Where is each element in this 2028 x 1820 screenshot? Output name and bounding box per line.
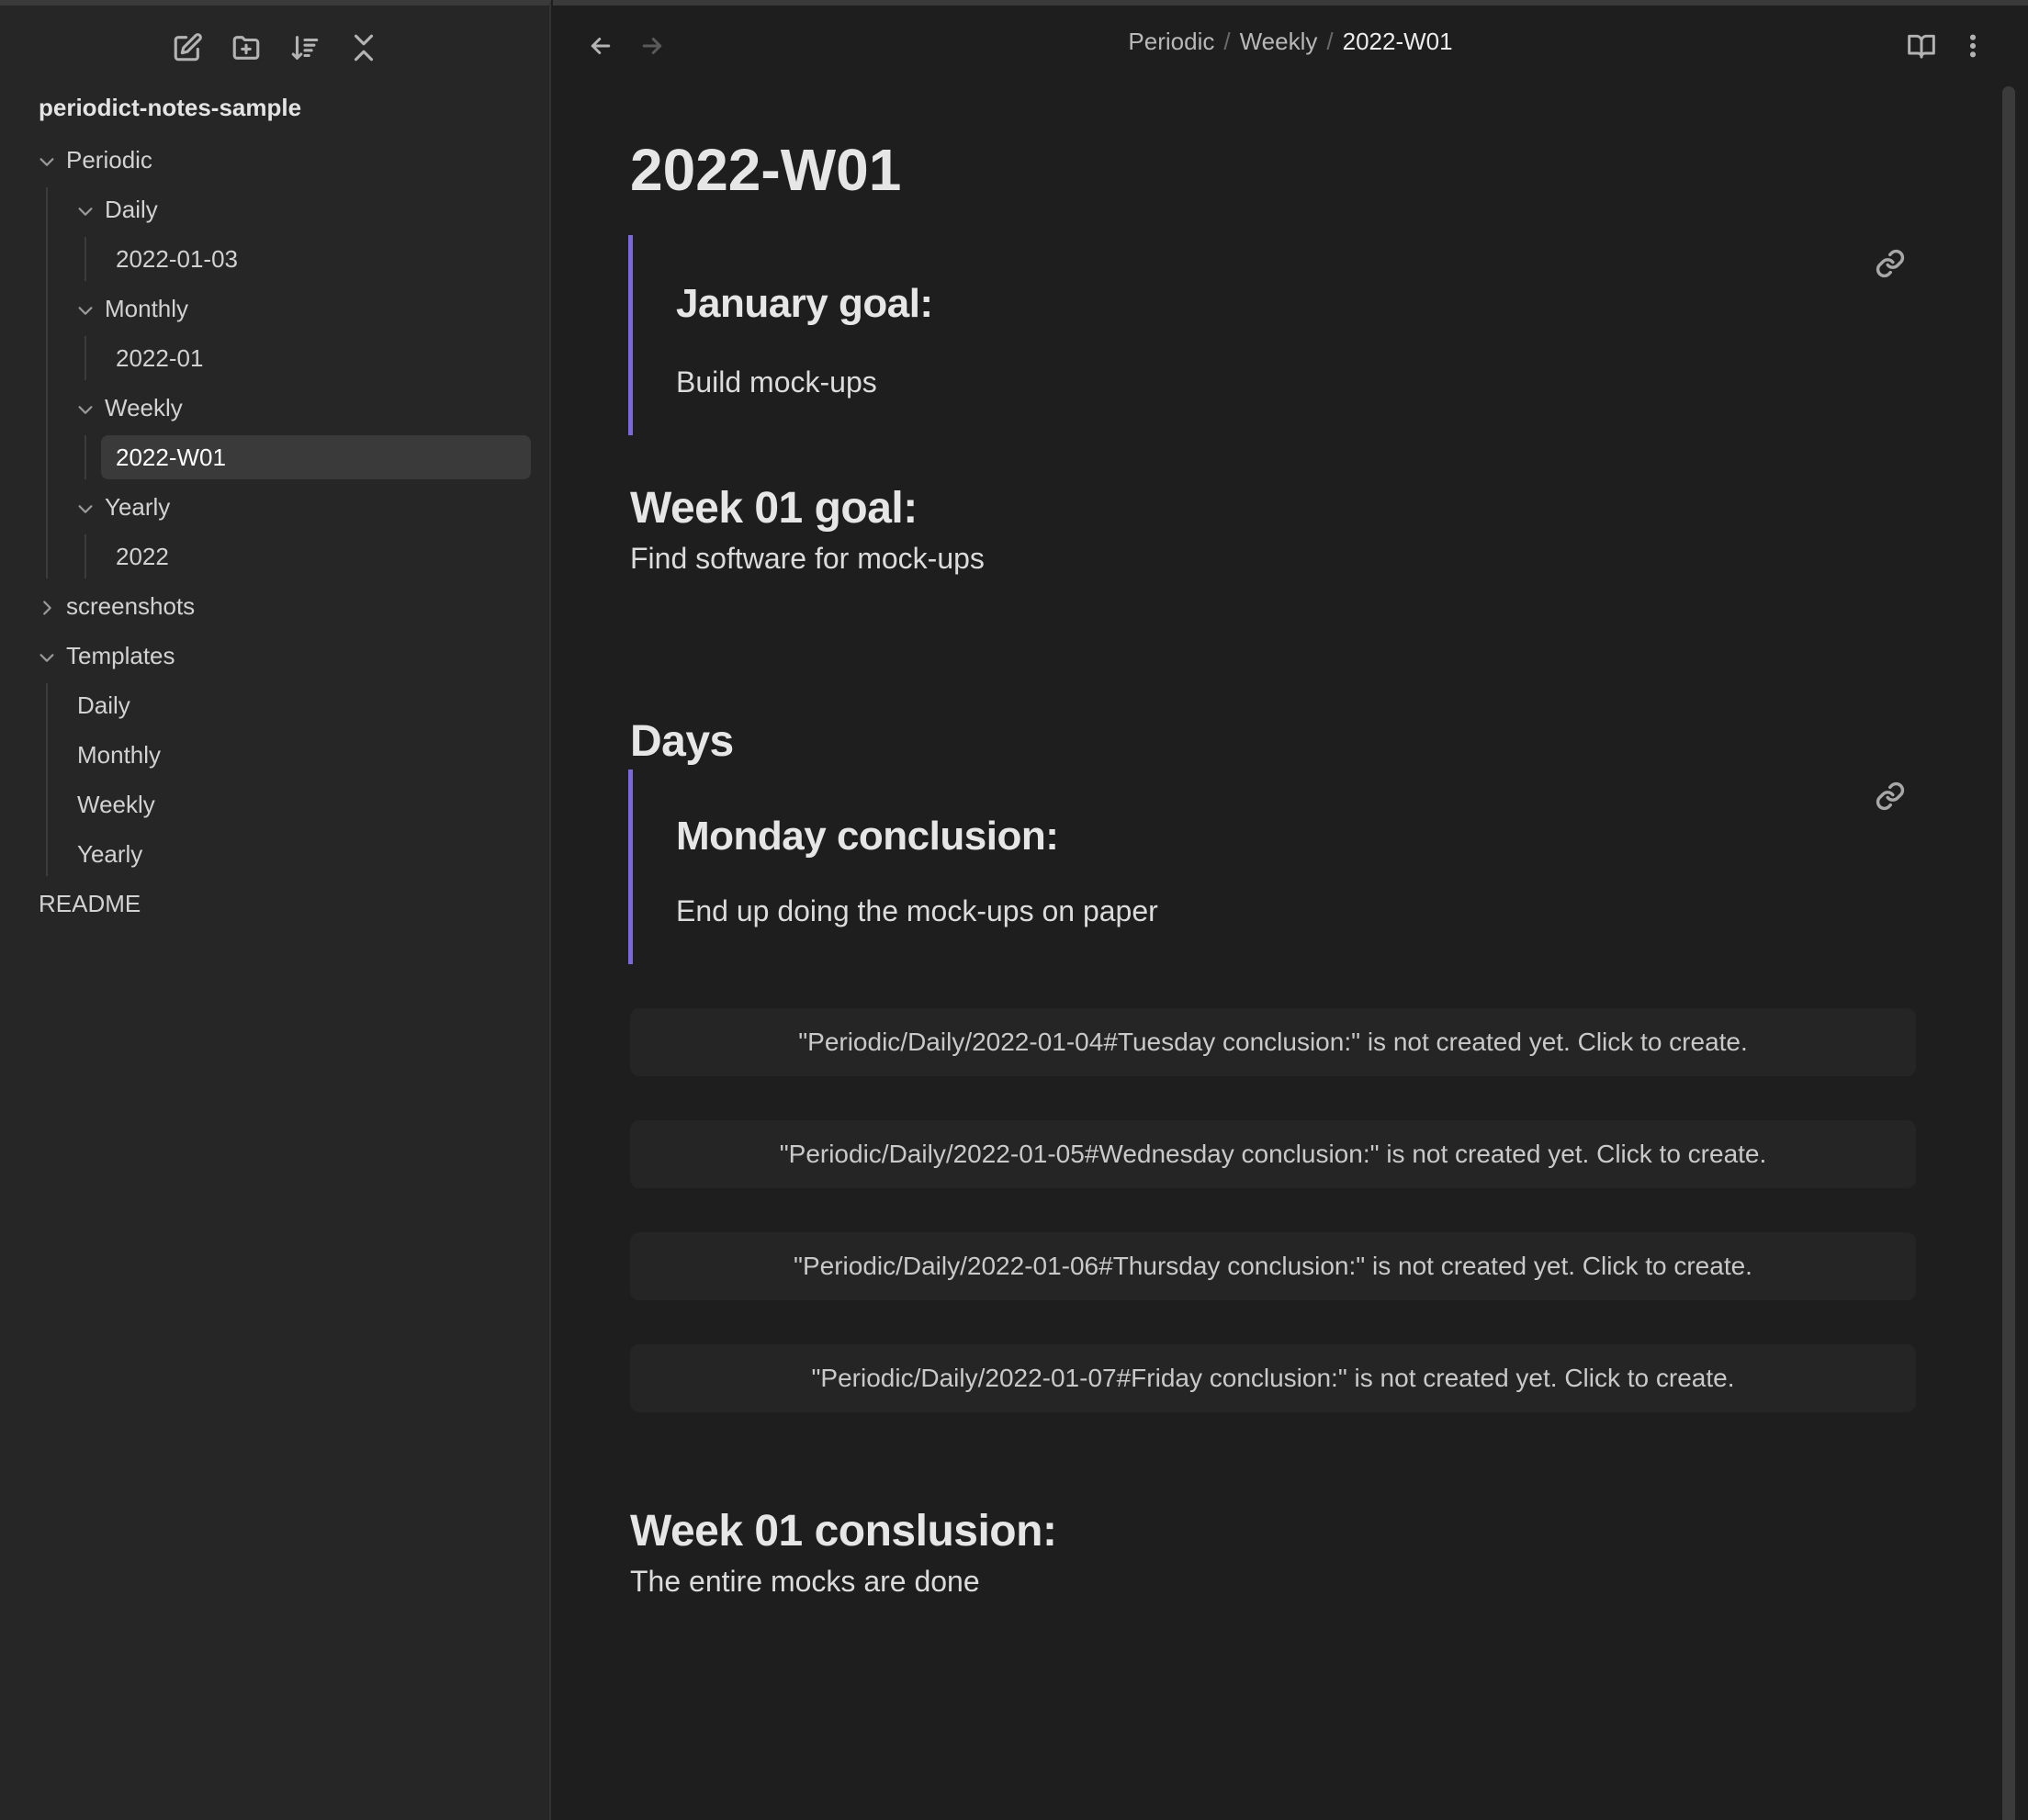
tree-guide bbox=[84, 534, 86, 579]
tree-file-template-monthly[interactable]: Monthly bbox=[77, 733, 161, 777]
link-icon bbox=[1876, 249, 1905, 278]
new-folder-icon bbox=[232, 36, 260, 60]
chevron-down-icon bbox=[37, 646, 57, 666]
tree-file-label: Monthly bbox=[77, 740, 162, 769]
tree-folder-weekly[interactable]: Weekly bbox=[75, 386, 183, 430]
new-note-button[interactable] bbox=[171, 29, 204, 66]
tree-folder-monthly[interactable]: Monthly bbox=[75, 286, 188, 331]
breadcrumb: Periodic / Weekly / 2022-W01 bbox=[553, 28, 2028, 56]
tree-file-label: 2022-W01 bbox=[116, 443, 226, 471]
embed-january-goal[interactable]: January goal: Build mock-ups bbox=[628, 235, 1914, 435]
open-link-button[interactable] bbox=[1875, 248, 1911, 285]
collapse-all-icon bbox=[354, 34, 374, 62]
tree-folder-label: Yearly bbox=[105, 492, 171, 521]
more-options-button[interactable] bbox=[1955, 28, 1991, 64]
sort-button[interactable] bbox=[288, 29, 321, 66]
missing-embed-wednesday[interactable]: "Periodic/Daily/2022-01-05#Wednesday con… bbox=[630, 1120, 1916, 1188]
tree-file-label: Daily bbox=[77, 691, 130, 719]
tree-file-template-daily[interactable]: Daily bbox=[77, 683, 130, 727]
embed-body: Build mock-ups bbox=[676, 365, 877, 399]
chevron-down-icon bbox=[37, 150, 57, 170]
link-icon bbox=[1876, 781, 1905, 811]
week-conclusion-text: The entire mocks are done bbox=[630, 1565, 980, 1598]
week-goal-text: Find software for mock-ups bbox=[630, 542, 985, 575]
embed-heading: Monday conclusion: bbox=[676, 814, 1059, 859]
tree-file-2022-w01[interactable]: 2022-W01 bbox=[101, 435, 531, 479]
chevron-down-icon bbox=[75, 398, 96, 418]
tree-file-2022-01[interactable]: 2022-01 bbox=[116, 336, 203, 380]
new-folder-button[interactable] bbox=[230, 29, 263, 66]
tree-guide bbox=[46, 187, 48, 579]
breadcrumb-periodic[interactable]: Periodic bbox=[1128, 28, 1214, 55]
tree-guide bbox=[84, 237, 86, 281]
chevron-right-icon bbox=[37, 596, 57, 616]
week-conclusion-heading: Week 01 conslusion: bbox=[630, 1507, 1057, 1556]
tree-file-2022[interactable]: 2022 bbox=[116, 534, 169, 579]
tree-guide bbox=[46, 683, 48, 876]
scrollbar[interactable] bbox=[2002, 86, 2015, 1820]
vault-name[interactable]: periodict-notes-sample bbox=[39, 94, 301, 122]
app-window: periodict-notes-sample Periodic Daily 20… bbox=[0, 0, 2028, 1820]
tree-file-label: 2022-01-03 bbox=[116, 244, 238, 273]
tree-file-template-weekly[interactable]: Weekly bbox=[77, 782, 155, 826]
tree-file-readme[interactable]: README bbox=[39, 882, 141, 926]
collapse-all-button[interactable] bbox=[347, 29, 380, 66]
breadcrumb-separator: / bbox=[1223, 28, 1231, 55]
chevron-down-icon bbox=[75, 199, 96, 219]
missing-embed-thursday[interactable]: "Periodic/Daily/2022-01-06#Thursday conc… bbox=[630, 1232, 1916, 1300]
tree-folder-screenshots[interactable]: screenshots bbox=[37, 584, 195, 628]
embed-body: End up doing the mock-ups on paper bbox=[676, 894, 1158, 927]
tree-file-label: README bbox=[39, 889, 141, 917]
chevron-down-icon bbox=[75, 497, 96, 517]
tree-guide bbox=[84, 435, 86, 479]
breadcrumb-separator: / bbox=[1326, 28, 1334, 55]
reading-view-button[interactable] bbox=[1903, 28, 1940, 64]
view-header: Periodic / Weekly / 2022-W01 bbox=[553, 6, 2028, 83]
sort-icon bbox=[291, 36, 319, 60]
embed-monday-conclusion[interactable]: Monday conclusion: End up doing the mock… bbox=[628, 770, 1914, 964]
tree-file-label: 2022 bbox=[116, 542, 169, 570]
sidebar-toolbar bbox=[0, 29, 551, 70]
week-goal-heading: Week 01 goal: bbox=[630, 484, 918, 533]
tree-folder-label: Periodic bbox=[66, 145, 152, 174]
tree-folder-templates[interactable]: Templates bbox=[37, 634, 175, 678]
days-heading: Days bbox=[630, 717, 734, 766]
file-explorer-sidebar: periodict-notes-sample Periodic Daily 20… bbox=[0, 0, 551, 1820]
tree-folder-daily[interactable]: Daily bbox=[75, 187, 158, 231]
tree-file-template-yearly[interactable]: Yearly bbox=[77, 832, 142, 876]
tree-file-label: 2022-01 bbox=[116, 343, 204, 372]
tree-file-2022-01-03[interactable]: 2022-01-03 bbox=[116, 237, 238, 281]
tree-file-label: Yearly bbox=[77, 839, 143, 868]
note-title: 2022-W01 bbox=[630, 137, 902, 203]
missing-embed-friday[interactable]: "Periodic/Daily/2022-01-07#Friday conclu… bbox=[630, 1344, 1916, 1412]
tree-guide bbox=[84, 336, 86, 380]
missing-embed-tuesday[interactable]: "Periodic/Daily/2022-01-04#Tuesday concl… bbox=[630, 1008, 1916, 1076]
tree-folder-label: Templates bbox=[66, 641, 175, 669]
chevron-down-icon bbox=[75, 298, 96, 319]
tree-folder-label: Monthly bbox=[105, 294, 189, 322]
more-vertical-icon bbox=[1969, 34, 1977, 58]
breadcrumb-weekly[interactable]: Weekly bbox=[1240, 28, 1318, 55]
book-open-icon bbox=[1908, 34, 1935, 59]
open-link-button[interactable] bbox=[1875, 781, 1911, 817]
embed-heading: January goal: bbox=[676, 281, 933, 326]
tree-folder-label: screenshots bbox=[66, 591, 196, 620]
new-note-icon bbox=[174, 33, 202, 62]
tree-file-label: Weekly bbox=[77, 790, 155, 818]
tree-folder-yearly[interactable]: Yearly bbox=[75, 485, 170, 529]
tree-folder-label: Weekly bbox=[105, 393, 183, 421]
tree-folder-periodic[interactable]: Periodic bbox=[37, 138, 152, 182]
tree-folder-label: Daily bbox=[105, 195, 158, 223]
breadcrumb-current[interactable]: 2022-W01 bbox=[1343, 28, 1453, 55]
